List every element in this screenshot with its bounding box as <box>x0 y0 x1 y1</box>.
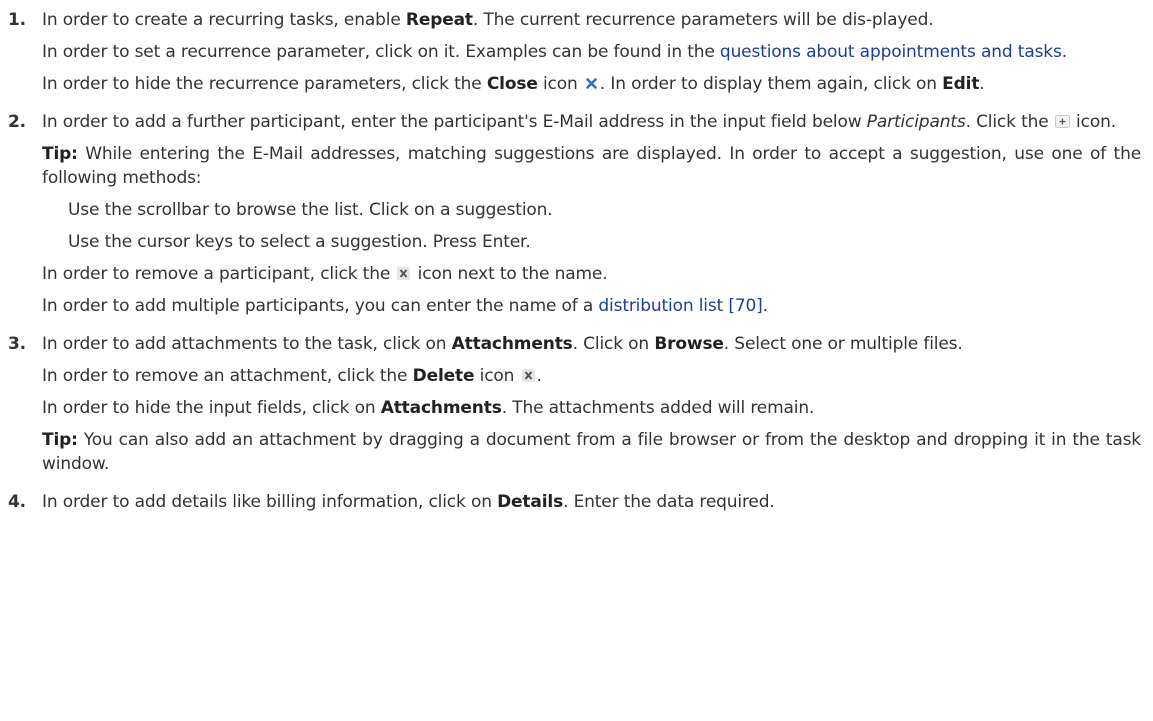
plus-icon <box>1054 114 1070 129</box>
tip-paragraph: Tip: You can also add an attachment by d… <box>42 428 1141 476</box>
bold-term: Details <box>497 492 564 512</box>
list-item: Use the cursor keys to select a suggesti… <box>68 232 531 252</box>
text: While entering the E-Mail addresses, mat… <box>42 144 1141 188</box>
step-number: 2. <box>8 112 26 132</box>
step-number: 3. <box>8 334 26 354</box>
step-2: 2. In order to add a further participant… <box>8 110 1141 326</box>
bold-term: Delete <box>412 366 475 386</box>
text: . <box>536 366 542 386</box>
text: . In order to display them again, click … <box>599 74 943 94</box>
text: icon <box>474 366 520 386</box>
paragraph: In order to set a recurrence parameter, … <box>42 40 1141 64</box>
text: icon <box>537 74 583 94</box>
text: . Select one or multiple files. <box>723 334 963 354</box>
paragraph: In order to remove an attachment, click … <box>42 364 1141 388</box>
bold-term: Edit <box>942 74 980 94</box>
paragraph: In order to add a further participant, e… <box>42 110 1141 134</box>
paragraph: In order to remove a participant, click … <box>42 262 1141 286</box>
text: . Enter the data required. <box>563 492 775 512</box>
bold-term: Close <box>486 74 538 94</box>
text: In order to hide the recurrence paramete… <box>42 74 487 94</box>
step-body: In order to add a further participant, e… <box>42 110 1141 326</box>
text: . Click on <box>572 334 655 354</box>
text: In order to create a recurring tasks, en… <box>42 10 406 30</box>
questions-link[interactable]: questions about appointments and tasks <box>720 42 1062 62</box>
text: In order to remove an attachment, click … <box>42 366 413 386</box>
text: icon. <box>1070 112 1116 132</box>
italic-term: Participants <box>866 112 966 132</box>
step-body: In order to add details like billing inf… <box>42 490 1141 522</box>
document-page: 1. In order to create a recurring tasks,… <box>0 0 1153 721</box>
step-number: 4. <box>8 492 26 512</box>
paragraph: In order to create a recurring tasks, en… <box>42 8 1141 32</box>
text: . <box>762 296 768 316</box>
text: . Click the <box>965 112 1054 132</box>
bold-term: Browse <box>654 334 724 354</box>
paragraph: In order to hide the input fields, click… <box>42 396 1141 420</box>
text: . <box>979 74 985 94</box>
text: In order to hide the input fields, click… <box>42 398 381 418</box>
tip-paragraph: Tip: While entering the E-Mail addresses… <box>42 142 1141 190</box>
text: You can also add an attachment by draggi… <box>42 430 1141 474</box>
step-4: 4. In order to add details like billing … <box>8 490 1141 522</box>
text: . The current recurrence parameters will… <box>472 10 934 30</box>
text: In order to add details like billing inf… <box>42 492 498 512</box>
text: . <box>1061 42 1067 62</box>
delete-x-icon <box>521 368 536 383</box>
bold-term: Attachments <box>451 334 573 354</box>
step-1: 1. In order to create a recurring tasks,… <box>8 8 1141 104</box>
text: In order to remove a participant, click … <box>42 264 396 284</box>
text: In order to set a recurrence parameter, … <box>42 42 720 62</box>
text: In order to add a further participant, e… <box>42 112 867 132</box>
paragraph: In order to add multiple participants, y… <box>42 294 1141 318</box>
text: In order to add attachments to the task,… <box>42 334 452 354</box>
paragraph: In order to add details like billing inf… <box>42 490 1141 514</box>
paragraph: In order to add attachments to the task,… <box>42 332 1141 356</box>
text: In order to add multiple participants, y… <box>42 296 599 316</box>
close-x-icon <box>584 76 599 91</box>
remove-x-icon <box>396 266 411 281</box>
tip-label: Tip: <box>42 430 78 450</box>
bold-term: Repeat <box>405 10 473 30</box>
step-body: In order to add attachments to the task,… <box>42 332 1141 484</box>
distribution-list-link[interactable]: distribution list [70] <box>598 296 762 316</box>
bold-term: Attachments <box>380 398 502 418</box>
list-item: Use the scrollbar to browse the list. Cl… <box>68 200 553 220</box>
tip-label: Tip: <box>42 144 78 164</box>
text: . The attachments added will remain. <box>501 398 815 418</box>
step-number: 1. <box>8 10 26 30</box>
text: icon next to the name. <box>412 264 608 284</box>
paragraph: In order to hide the recurrence paramete… <box>42 72 1141 96</box>
step-body: In order to create a recurring tasks, en… <box>42 8 1141 104</box>
step-3: 3. In order to add attachments to the ta… <box>8 332 1141 484</box>
